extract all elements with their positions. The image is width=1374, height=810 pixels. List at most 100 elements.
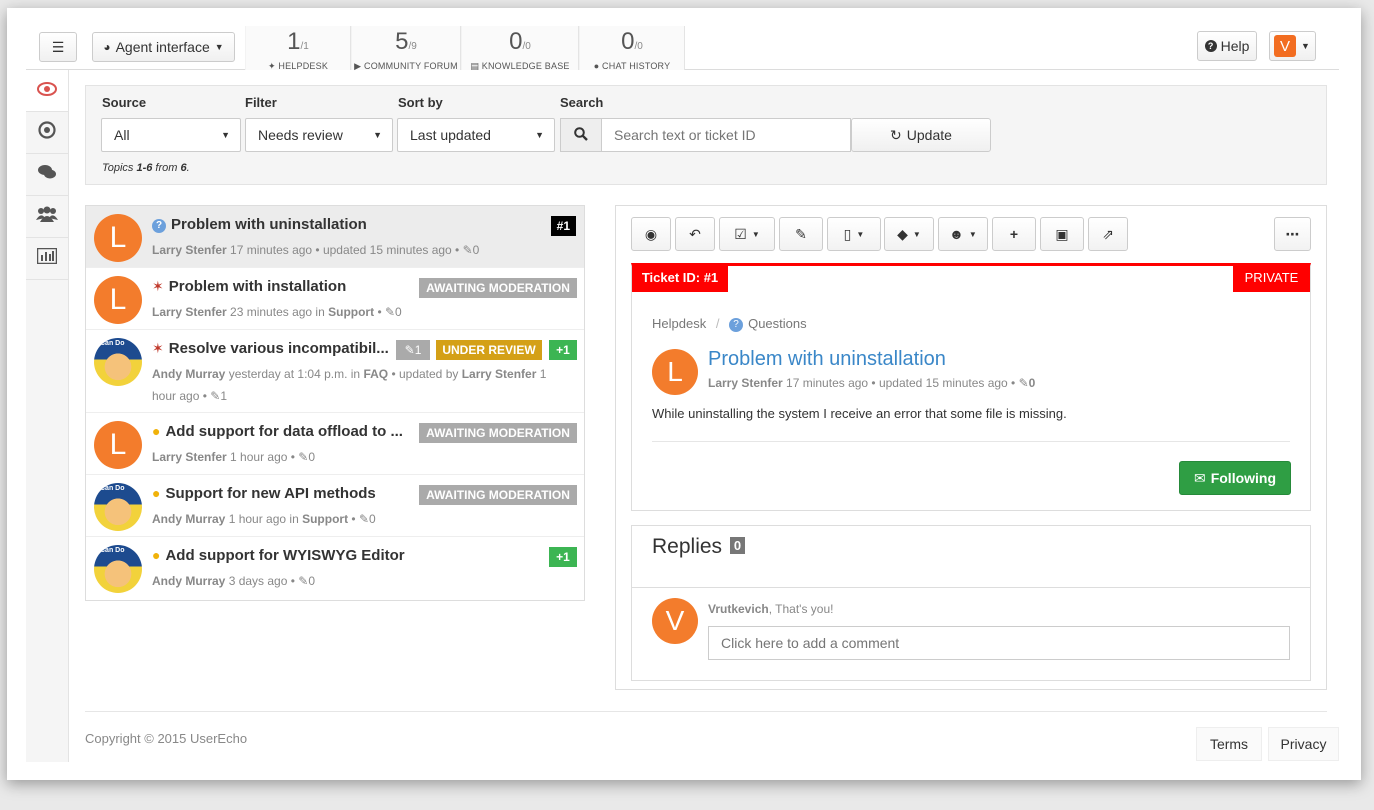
- plus-icon: +: [1009, 226, 1019, 242]
- add-button[interactable]: +: [992, 217, 1036, 251]
- ticket-meta: Andy Murray yesterday at 1:04 p.m. in FA…: [152, 367, 547, 403]
- caret-down-icon: ▼: [751, 229, 760, 239]
- view-button[interactable]: ◉: [631, 217, 671, 251]
- ticket-row[interactable]: L ● Add support for data offload to ... L…: [86, 413, 584, 475]
- counter-helpdesk[interactable]: 1/1 ✦ HELPDESK: [245, 26, 351, 71]
- source-label: Source: [102, 95, 147, 110]
- following-button[interactable]: ✉ Following: [1179, 461, 1291, 495]
- ticket-author[interactable]: Larry Stenfer: [152, 305, 227, 319]
- sort-select[interactable]: Last updated ▼: [397, 118, 555, 152]
- ticket-meta: Larry Stenfer 17 minutes ago • updated 1…: [152, 243, 480, 257]
- sidebar-item-topics[interactable]: [26, 112, 68, 154]
- tags-dropdown-button[interactable]: ◆ ▼: [884, 217, 934, 251]
- status-badge: AWAITING MODERATION: [419, 278, 577, 298]
- avatar: Can Do: [94, 545, 142, 593]
- search-icon-addon: [560, 118, 602, 152]
- sidebar-item-users[interactable]: [26, 196, 68, 238]
- tag-icon: ◆: [897, 225, 908, 242]
- assign-dropdown-button[interactable]: ☻ ▼: [938, 217, 988, 251]
- counter-knowledge-base[interactable]: 0/0 ▤ KNOWLEDGE BASE: [461, 26, 579, 71]
- lightbulb-icon: ●: [152, 485, 161, 501]
- ticket-row[interactable]: L ✶ Problem with installation Larry Stenf…: [86, 268, 584, 330]
- ticket-author[interactable]: Larry Stenfer: [152, 243, 227, 257]
- counter-label: CHAT HISTORY: [602, 61, 671, 71]
- bar-chart-icon: [36, 247, 58, 269]
- avatar: L: [94, 214, 142, 262]
- ticket-author[interactable]: Andy Murray: [152, 367, 225, 381]
- terms-link[interactable]: Terms: [1196, 727, 1262, 761]
- ticket-title[interactable]: Problem with uninstallation: [708, 348, 946, 371]
- ticket-row[interactable]: Can Do ● Support for new API methods Andy…: [86, 475, 584, 537]
- avatar: Can Do: [94, 338, 142, 386]
- reply-button[interactable]: ↶: [675, 217, 715, 251]
- ticket-card: Ticket ID: #1 PRIVATE Helpdesk / ? Questi…: [631, 263, 1311, 511]
- ticket-title[interactable]: Add support for data offload to ...: [165, 423, 402, 440]
- counter-community-forum[interactable]: 5/9 ▶ COMMUNITY FORUM: [351, 26, 461, 71]
- search-input[interactable]: [601, 118, 851, 152]
- comment-icon: ✎: [404, 343, 415, 357]
- search-icon: [574, 126, 588, 144]
- ticket-author[interactable]: Andy Murray: [152, 512, 225, 526]
- avatar: L: [94, 421, 142, 469]
- open-external-button[interactable]: ⇗: [1088, 217, 1128, 251]
- ticket-author[interactable]: Larry Stenfer: [708, 376, 783, 390]
- sidebar-item-chats[interactable]: [26, 154, 68, 196]
- caret-down-icon: ▼: [221, 130, 230, 140]
- footer-divider: [85, 711, 1327, 712]
- ticket-id-badge: #1: [550, 216, 576, 236]
- help-button[interactable]: ? Help: [1197, 31, 1257, 61]
- book-icon: ▤: [470, 61, 482, 71]
- current-user-avatar: V: [652, 598, 698, 644]
- ticket-row[interactable]: L ? Problem with uninstallation Larry Ste…: [86, 206, 584, 268]
- counter-total: /0: [634, 41, 643, 52]
- counter-total: /9: [408, 41, 417, 52]
- counter-chat-history[interactable]: 0/0 ● CHAT HISTORY: [579, 26, 685, 71]
- reply-icon: ↶: [689, 225, 701, 242]
- breadcrumb: Helpdesk / ? Questions: [652, 316, 807, 332]
- replies-count-badge: 0: [729, 537, 746, 554]
- ticket-row[interactable]: Can Do ● Add support for WYISWYG Editor A…: [86, 537, 584, 599]
- filter-bar: Source Filter Sort by Search All ▼ Needs…: [85, 85, 1327, 185]
- comment-input[interactable]: [708, 626, 1290, 660]
- ticket-author[interactable]: Andy Murray: [152, 574, 225, 588]
- divider: [632, 587, 1310, 588]
- breadcrumb-questions[interactable]: Questions: [748, 316, 807, 331]
- agent-interface-dropdown[interactable]: ◕ Agent interface ▼: [92, 32, 235, 62]
- copyright-text: Copyright © 2015 UserEcho: [85, 731, 248, 746]
- delete-button[interactable]: ▣: [1040, 217, 1084, 251]
- source-select[interactable]: All ▼: [101, 118, 241, 152]
- filter-label: Filter: [245, 95, 277, 110]
- top-navbar: ☰ ◕ Agent interface ▼ 1/1 ✦ HELPDESK 5/9…: [26, 26, 1339, 71]
- user-menu-button[interactable]: V ▼: [1269, 31, 1316, 61]
- move-dropdown-button[interactable]: ▯ ▼: [827, 217, 881, 251]
- sidebar-item-reports[interactable]: [26, 238, 68, 280]
- counter-total: /1: [300, 41, 309, 52]
- app-frame: ☰ ◕ Agent interface ▼ 1/1 ✦ HELPDESK 5/9…: [7, 8, 1361, 780]
- author-avatar: L: [652, 349, 698, 395]
- ticket-meta: Andy Murray 1 hour ago in Support • ✎0: [152, 512, 376, 526]
- ticket-title[interactable]: Problem with installation: [169, 278, 347, 295]
- topics-count: Topics 1-6 from 6.: [102, 162, 190, 174]
- ticket-title[interactable]: Support for new API methods: [165, 485, 375, 502]
- ticket-title[interactable]: Add support for WYISWYG Editor: [165, 547, 404, 564]
- privacy-link[interactable]: Privacy: [1268, 727, 1339, 761]
- megaphone-icon: ▶: [354, 61, 364, 71]
- menu-toggle-button[interactable]: ☰: [39, 32, 77, 62]
- envelope-icon: ✉: [1193, 469, 1206, 486]
- edit-button[interactable]: ✎: [779, 217, 823, 251]
- ticket-title[interactable]: Resolve various incompatibil...: [169, 340, 389, 357]
- ticket-row[interactable]: Can Do ✶ Resolve various incompatibil... …: [86, 330, 584, 413]
- more-button[interactable]: ⋯: [1274, 217, 1311, 251]
- sort-label: Sort by: [398, 95, 443, 110]
- ticket-author[interactable]: Larry Stenfer: [152, 450, 227, 464]
- status-badge: AWAITING MODERATION: [419, 423, 577, 443]
- status-dropdown-button[interactable]: ☑ ▼: [719, 217, 775, 251]
- question-circle-icon: ?: [1204, 40, 1217, 52]
- caret-down-icon: ▼: [968, 229, 977, 239]
- update-button[interactable]: ↻ Update: [851, 118, 991, 152]
- sidebar-item-review[interactable]: [26, 70, 68, 112]
- counter-total: /0: [522, 41, 531, 52]
- breadcrumb-helpdesk[interactable]: Helpdesk: [652, 316, 706, 331]
- ticket-title[interactable]: Problem with uninstallation: [171, 216, 367, 233]
- filter-select[interactable]: Needs review ▼: [245, 118, 393, 152]
